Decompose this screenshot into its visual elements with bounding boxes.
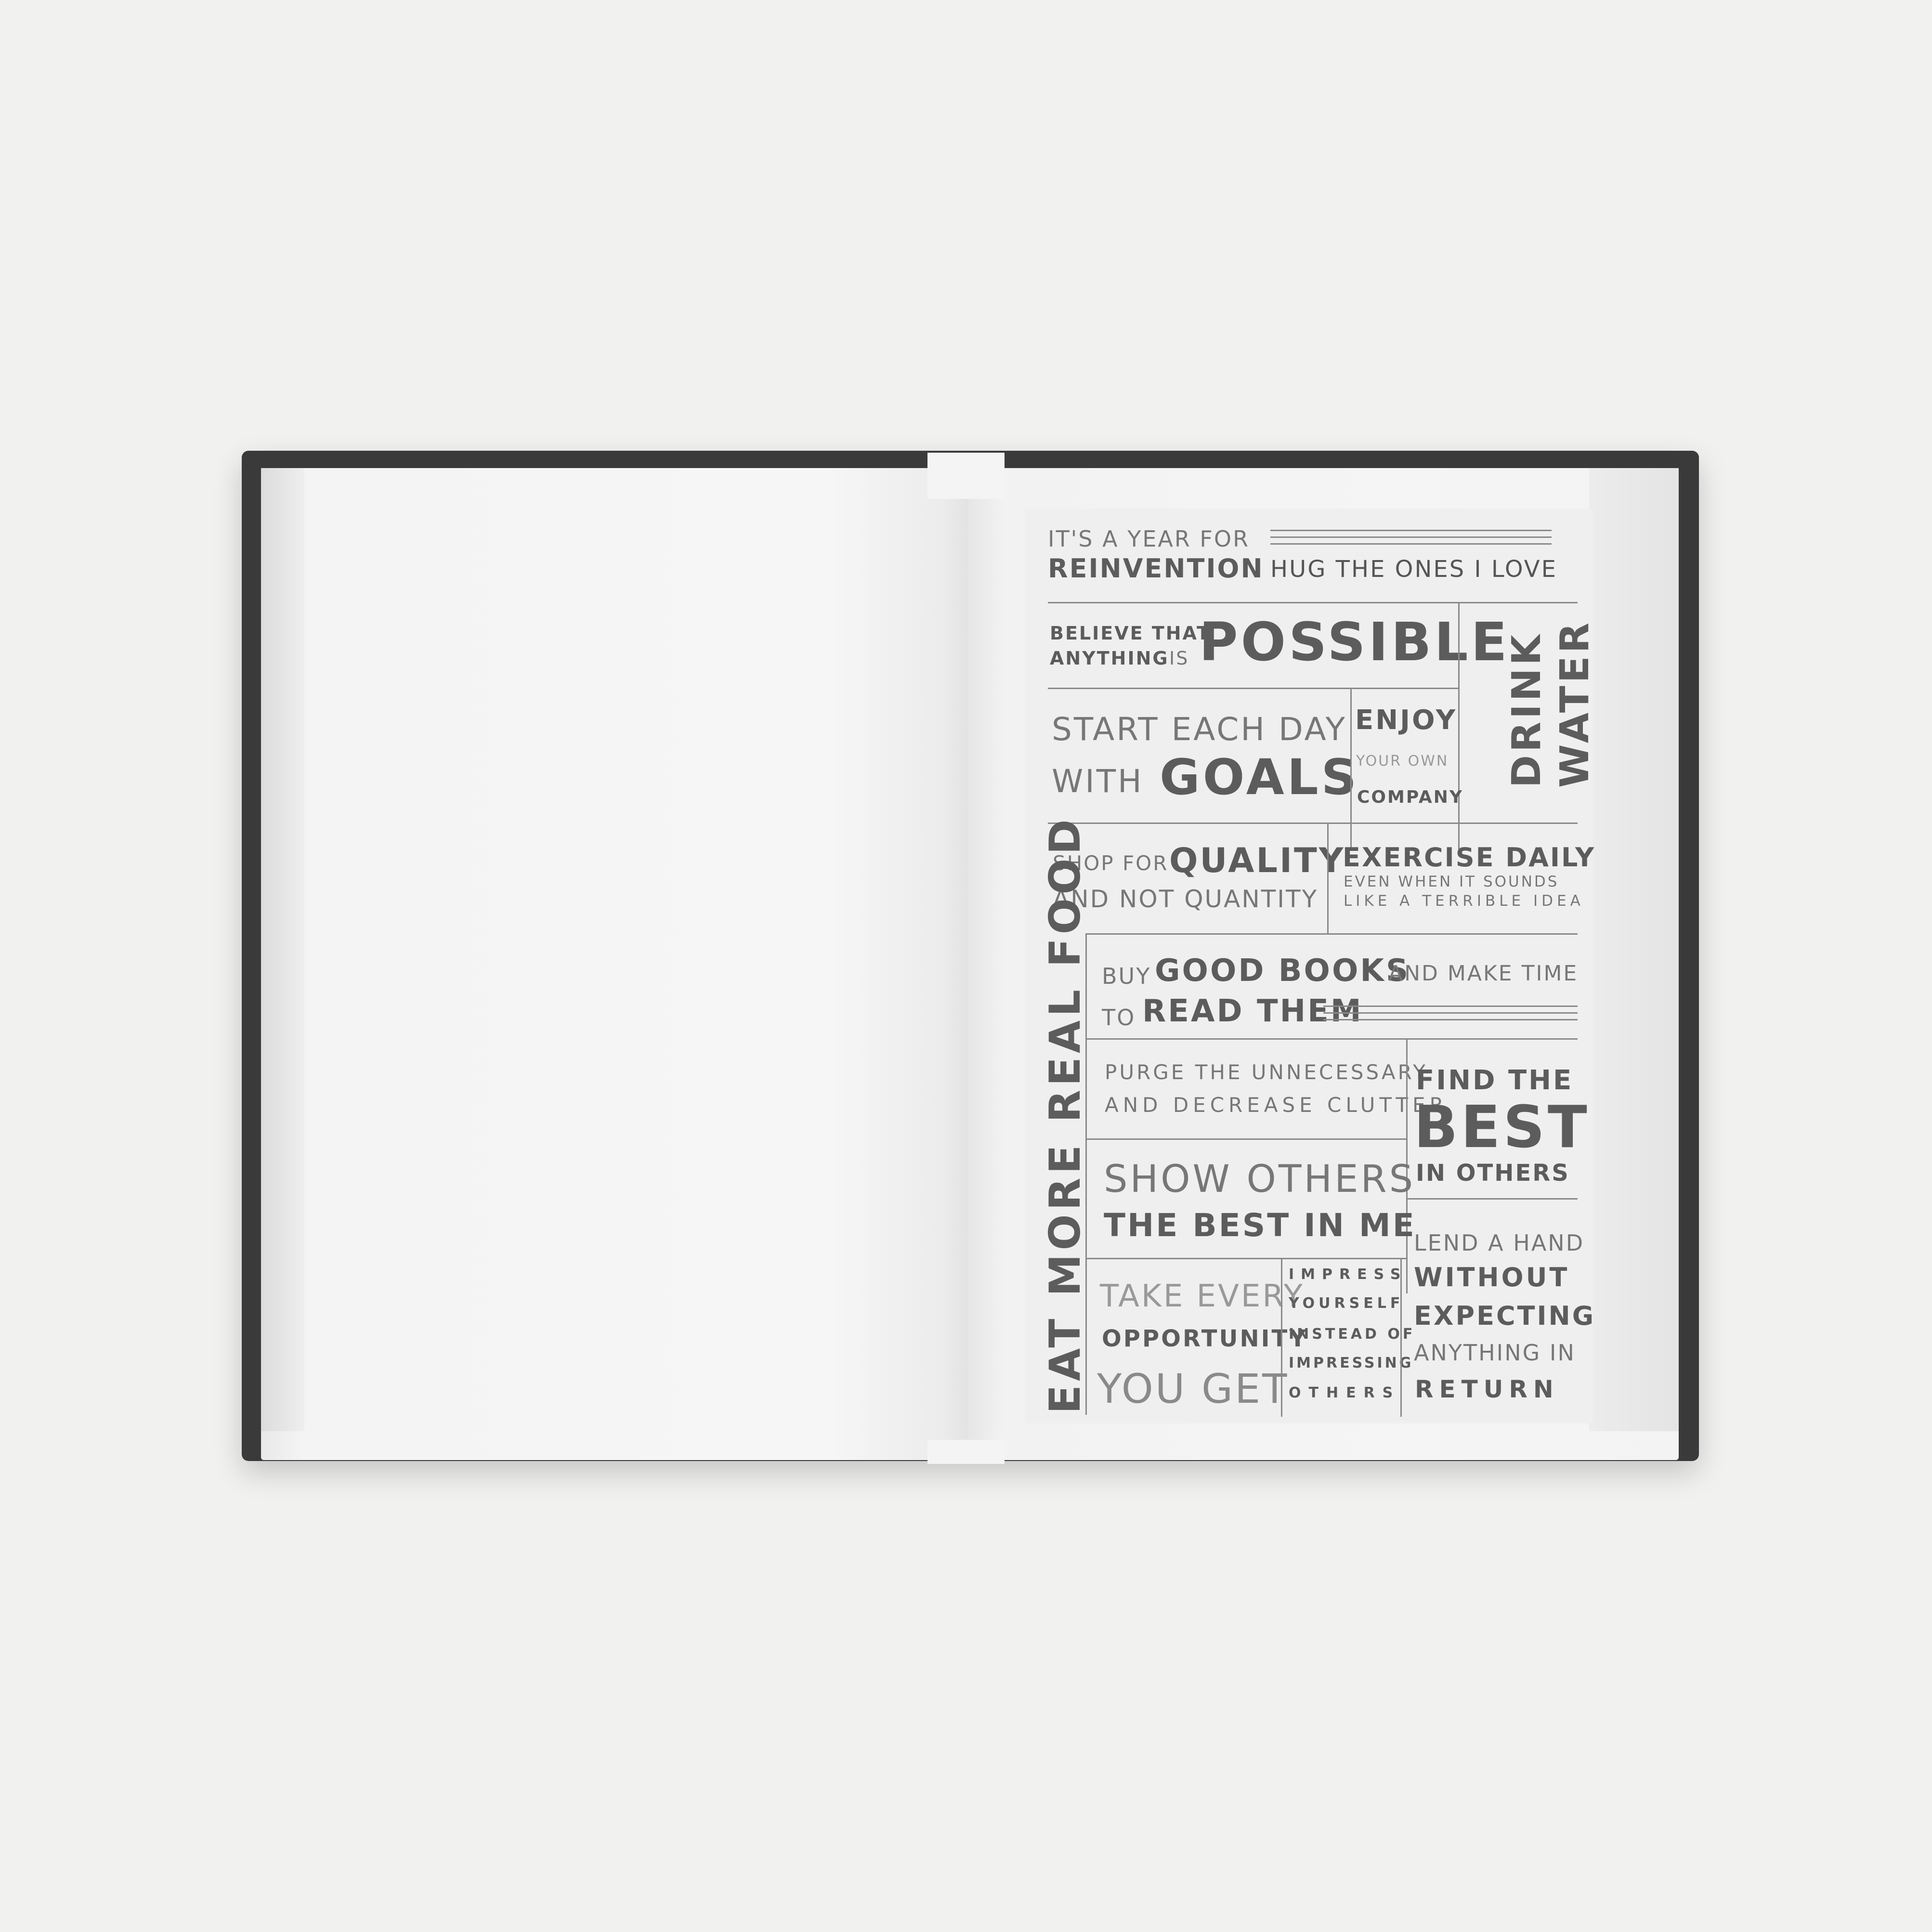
books-big1: GOOD BOOKS xyxy=(1155,953,1410,989)
believe-line1: BELIEVE THAT xyxy=(1050,623,1211,644)
divider xyxy=(1458,602,1460,849)
enjoy-line3: COMPANY xyxy=(1357,787,1463,807)
lend-line4: ANYTHING IN xyxy=(1414,1340,1576,1366)
left-page xyxy=(261,468,970,1460)
exercise-line2: EVEN WHEN IT SOUNDS xyxy=(1344,873,1559,890)
right-page-edge xyxy=(1589,468,1679,1431)
divider xyxy=(1281,1258,1282,1417)
enjoy-line1: ENJOY xyxy=(1355,705,1458,736)
divider xyxy=(1048,822,1578,824)
divider xyxy=(1085,933,1087,1415)
rule xyxy=(1323,1012,1578,1014)
quality-line2: AND NOT QUANTITY xyxy=(1053,885,1318,913)
hug-text: HUG THE ONES I LOVE xyxy=(1270,556,1557,583)
poster-print: IT'S A YEAR FOR REINVENTION HUG THE ONES… xyxy=(1025,509,1598,1423)
book-scene: IT'S A YEAR FOR REINVENTION HUG THE ONES… xyxy=(0,0,1932,1932)
divider xyxy=(1350,688,1352,849)
find-line3: IN OTHERS xyxy=(1416,1160,1570,1187)
spine-top xyxy=(927,453,1005,499)
goals-with: WITH xyxy=(1052,763,1144,800)
rule xyxy=(1270,536,1552,538)
impress-line4: IMPRESSING xyxy=(1289,1355,1414,1371)
eat-text: EAT MORE REAL FOOD xyxy=(1040,815,1090,1414)
impress-line3: INSTEAD OF xyxy=(1289,1326,1416,1343)
rule xyxy=(1270,543,1552,545)
water-text: WATER xyxy=(1552,620,1598,788)
purge-line1: PURGE THE UNNECESSARY xyxy=(1105,1060,1428,1084)
divider xyxy=(1048,688,1459,689)
divider xyxy=(1327,822,1329,933)
find-line2: BEST xyxy=(1414,1094,1590,1161)
divider xyxy=(1086,1038,1578,1040)
lend-line5: RETURN xyxy=(1415,1375,1559,1403)
find-line1: FIND THE xyxy=(1416,1065,1574,1096)
rule xyxy=(1270,530,1552,531)
purge-line2: AND DECREASE CLUTTER xyxy=(1105,1093,1448,1117)
divider xyxy=(1086,933,1578,935)
enjoy-line2: YOUR OWN xyxy=(1356,753,1449,770)
take-line1: TAKE EVERY xyxy=(1100,1279,1305,1314)
quality-big: QUALITY xyxy=(1169,841,1345,880)
goals-line1: START EACH DAY xyxy=(1052,711,1347,748)
books-to: TO xyxy=(1102,1005,1136,1031)
books-make: AND MAKE TIME xyxy=(1388,961,1579,986)
rule xyxy=(1323,1019,1578,1020)
divider xyxy=(1048,602,1578,603)
books-buy: BUY xyxy=(1102,963,1151,989)
lend-line3: EXPECTING xyxy=(1414,1301,1596,1331)
believe-big: POSSIBLE xyxy=(1199,611,1510,673)
divider xyxy=(1400,1258,1402,1417)
lend-line2: WITHOUT xyxy=(1414,1262,1570,1292)
lend-line1: LEND A HAND xyxy=(1414,1230,1585,1256)
believe-line2: ANYTHING xyxy=(1050,648,1169,669)
show-line2: THE BEST IN ME xyxy=(1104,1207,1416,1244)
divider xyxy=(1406,1198,1578,1200)
spine-bottom xyxy=(927,1440,1005,1464)
rule xyxy=(1323,1005,1578,1007)
show-line1: SHOW OTHERS xyxy=(1104,1158,1416,1201)
reinvention-line1: IT'S A YEAR FOR xyxy=(1048,526,1250,552)
drink-text: DRINK xyxy=(1504,632,1550,788)
goals-big: GOALS xyxy=(1160,749,1360,806)
divider xyxy=(1086,1258,1406,1259)
books-big2: READ THEM xyxy=(1142,993,1363,1029)
believe-is: IS xyxy=(1169,648,1189,669)
take-line2: OPPORTUNITY xyxy=(1102,1325,1308,1352)
exercise-line1: EXERCISE DAILY xyxy=(1343,842,1596,873)
exercise-line3: LIKE A TERRIBLE IDEA xyxy=(1344,892,1584,910)
divider xyxy=(1086,1138,1406,1140)
reinvention-line2: REINVENTION xyxy=(1048,553,1264,584)
impress-line5: OTHERS xyxy=(1289,1384,1401,1401)
left-page-edge xyxy=(261,468,304,1431)
take-line3: YOU GET xyxy=(1097,1365,1289,1412)
impress-line2: YOURSELF xyxy=(1289,1295,1404,1312)
impress-line1: IMPRESS xyxy=(1289,1266,1408,1283)
